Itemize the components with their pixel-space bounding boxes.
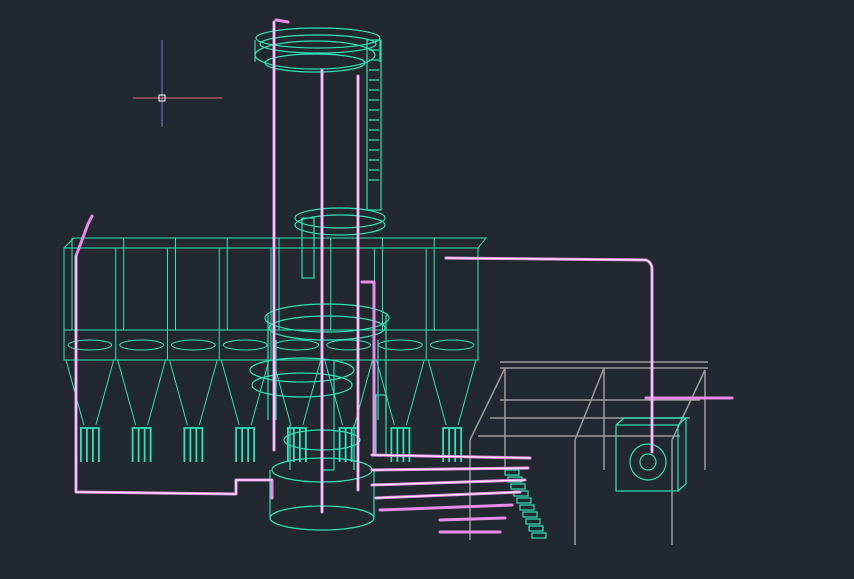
process-piping	[74, 18, 734, 534]
industrial-plant-wireframe	[63, 18, 734, 545]
hopper-bin	[167, 238, 218, 462]
hopper-bin	[270, 238, 322, 462]
manifold-valve	[531, 532, 547, 539]
hopper-bin	[115, 238, 166, 462]
hopper-legs	[79, 427, 100, 462]
manifold-valve	[516, 497, 532, 504]
hopper-bin	[63, 238, 115, 462]
manifold-valve	[528, 525, 544, 532]
hopper-legs	[235, 427, 256, 462]
hopper-legs	[131, 427, 152, 462]
hopper-bin	[425, 238, 477, 462]
hopper-bin	[218, 238, 270, 462]
hopper-bin	[322, 238, 373, 462]
cad-model-viewport[interactable]	[0, 0, 854, 579]
manifold-valve	[519, 504, 535, 511]
hopper-legs	[183, 427, 204, 462]
crosshair-cursor-icon	[133, 40, 222, 127]
manifold-valve	[510, 483, 526, 490]
manifold-valve	[522, 511, 538, 518]
manifold-valve	[504, 469, 520, 476]
hopper-bin	[374, 238, 425, 462]
manifold-valve	[525, 518, 541, 525]
